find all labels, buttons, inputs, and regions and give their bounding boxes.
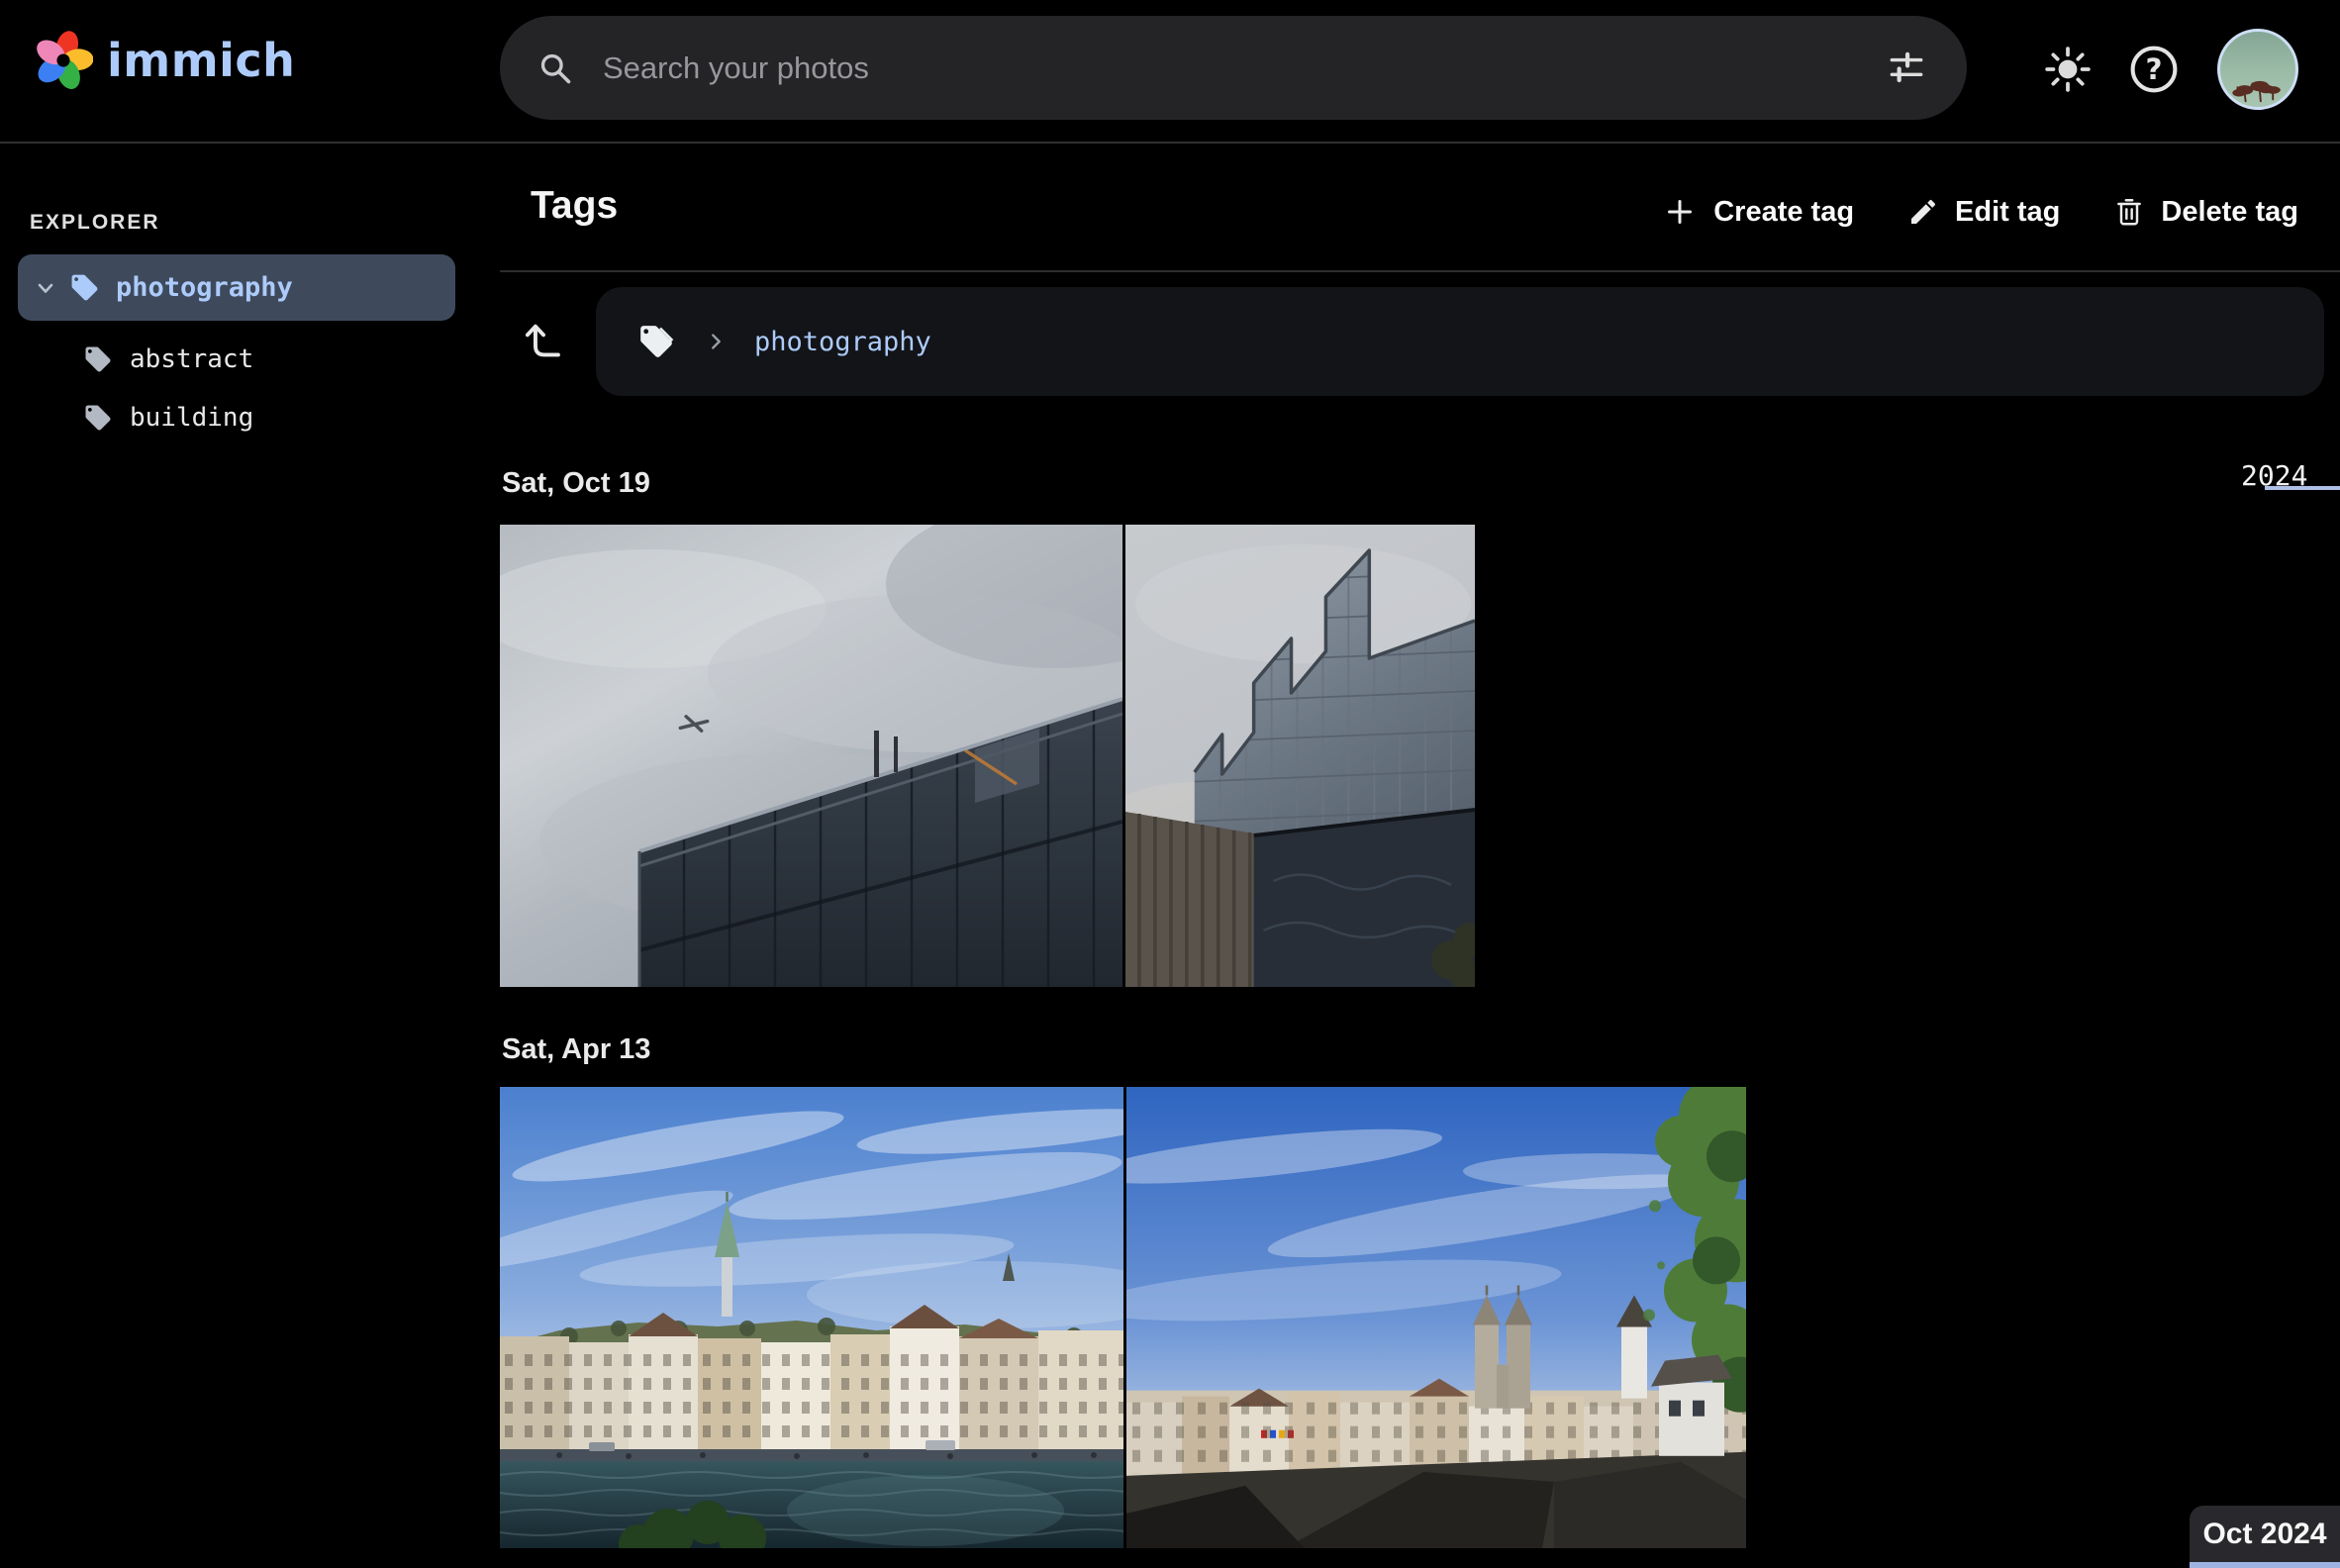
arrow-up-left-icon xyxy=(521,314,566,359)
tune-sliders-icon xyxy=(1886,48,1927,89)
tag-icon xyxy=(69,272,100,303)
search-filter-button[interactable] xyxy=(1886,48,1927,89)
photo-thumbnail[interactable] xyxy=(500,525,1122,987)
app-name: immich xyxy=(107,34,295,87)
sidebar-item-abstract[interactable]: abstract xyxy=(83,337,253,382)
app-logo[interactable]: immich xyxy=(34,30,295,91)
sidebar-item-label: building xyxy=(130,403,253,433)
header-divider xyxy=(500,270,2340,272)
explorer-heading: EXPLORER xyxy=(30,211,160,235)
create-tag-button[interactable]: Create tag xyxy=(1662,194,1854,230)
tag-icon xyxy=(83,344,113,374)
back-button[interactable] xyxy=(518,311,569,362)
sidebar-item-label: photography xyxy=(116,272,293,303)
tag-actions: Create tag Edit tag De xyxy=(1662,194,2298,230)
immich-flower-icon xyxy=(34,30,93,91)
edit-tag-label: Edit tag xyxy=(1955,196,2060,229)
sun-icon xyxy=(2043,45,2093,94)
sidebar: EXPLORER photography abstract building xyxy=(0,146,500,1568)
edit-tag-button[interactable]: Edit tag xyxy=(1907,196,2060,229)
sidebar-item-building[interactable]: building xyxy=(83,395,253,441)
chevron-right-icon xyxy=(705,331,727,352)
help-button[interactable]: ? xyxy=(2124,40,2184,99)
breadcrumb: photography xyxy=(596,287,2324,396)
scrubber-year-tick xyxy=(2265,486,2340,490)
avatar-photo xyxy=(2220,32,2295,107)
date-group-header: Sat, Apr 13 xyxy=(502,1033,650,1066)
question-mark-icon: ? xyxy=(2127,43,2181,96)
sidebar-item-label: abstract xyxy=(130,344,253,374)
sidebar-item-photography[interactable]: photography xyxy=(18,254,455,321)
scrubber-tooltip[interactable]: Oct 2024 xyxy=(2190,1506,2340,1562)
tags-icon[interactable] xyxy=(637,323,675,360)
scrubber-position-line xyxy=(2190,1562,2340,1568)
trash-icon xyxy=(2113,196,2145,228)
create-tag-label: Create tag xyxy=(1713,196,1854,229)
search-input[interactable]: Search your photos xyxy=(603,50,1886,86)
search-bar[interactable]: Search your photos xyxy=(500,16,1967,120)
tag-icon xyxy=(83,403,113,433)
photo-thumbnail[interactable] xyxy=(1126,1087,1746,1548)
theme-toggle-button[interactable] xyxy=(2038,40,2097,99)
user-avatar[interactable] xyxy=(2217,29,2298,110)
date-group-header: Sat, Oct 19 xyxy=(502,467,650,500)
delete-tag-label: Delete tag xyxy=(2161,196,2298,229)
chevron-down-icon[interactable] xyxy=(34,276,57,300)
page-title: Tags xyxy=(531,184,618,228)
svg-text:?: ? xyxy=(2146,52,2163,86)
plus-icon xyxy=(1662,194,1698,230)
breadcrumb-tag-link[interactable]: photography xyxy=(754,327,931,357)
immich-app: immich Search your photos xyxy=(0,0,2340,1568)
pencil-icon xyxy=(1907,196,1939,228)
photo-thumbnail[interactable] xyxy=(1125,525,1475,987)
photo-thumbnail[interactable] xyxy=(500,1087,1123,1548)
delete-tag-button[interactable]: Delete tag xyxy=(2113,196,2298,229)
search-icon xyxy=(537,50,573,86)
top-bar: immich Search your photos xyxy=(0,0,2340,144)
